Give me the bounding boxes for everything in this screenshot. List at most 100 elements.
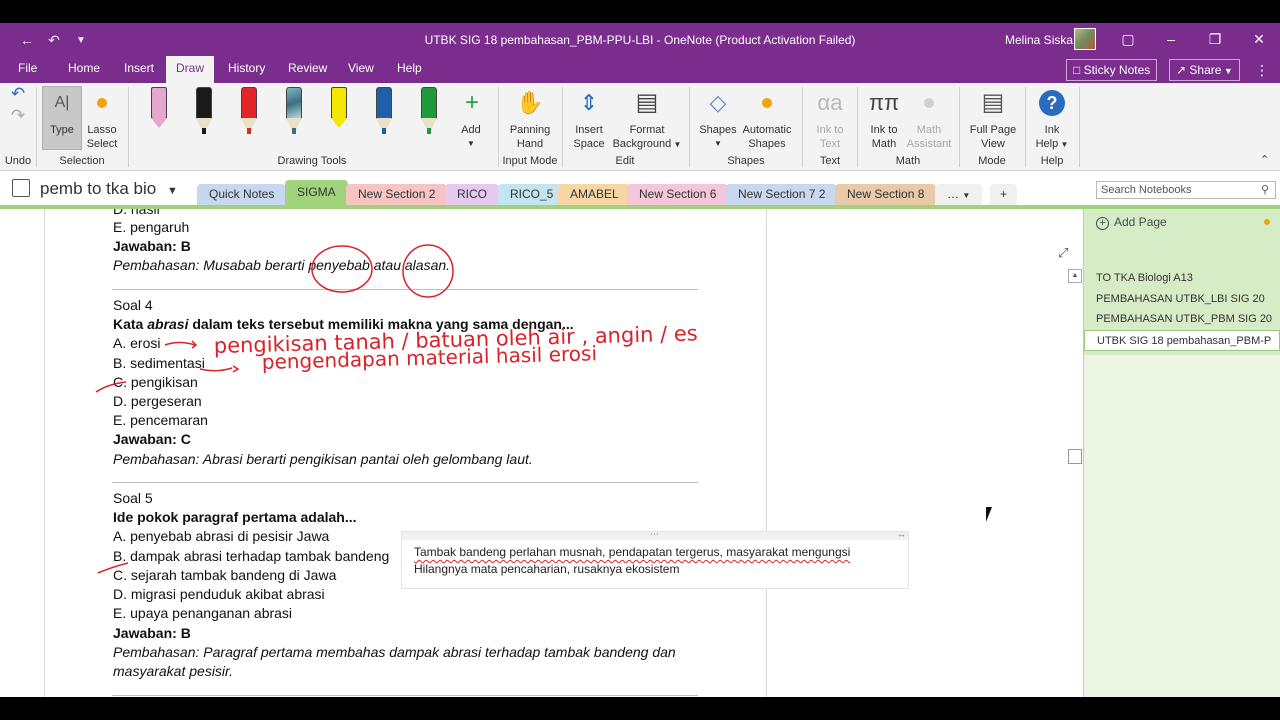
more-sections-button[interactable]: … ▼ [935,184,983,205]
tab-file[interactable]: File [8,56,47,83]
ink-help-label-2: Help [1035,138,1059,150]
scrollbar-thumb[interactable] [1068,449,1082,464]
ink-to-text-button[interactable]: αa Ink to Text [808,87,852,151]
page-canvas[interactable]: D. hasil E. pengaruh Jawaban: B Pembahas… [0,209,1083,697]
expand-icon[interactable]: ⤢ [1058,245,1068,261]
chevron-down-icon: ▼ [1058,140,1069,149]
section-tab-sigma[interactable]: SIGMA [285,180,348,205]
tab-home[interactable]: Home [58,56,110,83]
close-icon[interactable]: ✕ [1248,28,1270,50]
share-button[interactable]: ↗ Share ▼ [1169,59,1240,81]
restore-icon[interactable]: ❐ [1204,28,1226,50]
avatar[interactable] [1074,28,1096,50]
resize-handle-icon[interactable]: ↔ [897,529,906,539]
lasso-select-button[interactable]: Lasso Select [84,87,120,151]
shapes-label: Shapes [699,124,737,136]
ink-circle-penyebab [311,245,373,293]
automatic-shapes-button[interactable]: Automatic Shapes [740,87,794,151]
page-item[interactable]: TO TKA Biologi A13 [1084,268,1280,289]
panning-label-1: Panning [509,124,551,136]
section-tab-rico-5[interactable]: RICO_5 [498,184,566,205]
format-background-button[interactable]: ▤ Format Background ▼ [612,87,682,152]
shapes-icon: ◇ [709,90,727,115]
section-tab-amabel[interactable]: AMABEL [558,184,631,205]
panning-label-2: Hand [516,138,544,150]
ink-to-math-button[interactable]: ππ Ink to Math [862,87,906,151]
ink-circle-alasan [402,244,454,298]
add-page-button[interactable]: + Add Page [1096,215,1167,230]
full-page-view-button[interactable]: ▤ Full Page View [966,87,1020,151]
section-tab-new-section-2[interactable]: New Section 2 [346,184,448,205]
ribbon-separator [128,87,129,167]
container-handle[interactable]: ⋯ ↔ [402,529,908,540]
sticky-notes-button[interactable]: □ Sticky Notes [1066,59,1158,81]
search-notebooks-input[interactable]: Search Notebooks ⚲ [1096,181,1276,199]
add-section-button[interactable]: + [990,184,1018,205]
insert-space-button[interactable]: ⇕ Insert Space [568,87,610,151]
pen-blue[interactable] [373,87,395,137]
note-text-line1[interactable]: Tambak bandeng perlahan musnah, pendapat… [414,545,850,559]
vertical-scrollbar[interactable]: ▲ ▼ [1068,269,1082,697]
ink-mark-c [95,381,127,393]
help-icon: ? [1036,87,1068,119]
section-tab-new-section-7-2[interactable]: New Section 7 2 [726,184,838,205]
sort-pages-icon[interactable] [1264,219,1270,225]
section-tab-quick-notes[interactable]: Quick Notes [197,184,287,205]
tab-view[interactable]: View [338,56,384,83]
panning-hand-button[interactable]: ✋ Panning Hand [503,87,557,151]
tab-insert[interactable]: Insert [114,56,164,83]
note-text-line2[interactable]: Hilangnya mata pencaharian, rusaknya eko… [414,562,679,576]
format-bg-label-2: Background [612,138,672,150]
mouse-cursor [986,507,998,522]
onenote-window: ← ↶ ▼ UTBK SIG 18 pembahasan_PBM-PPU-LBI… [0,23,1280,697]
search-icon: ⚲ [1260,184,1269,196]
page-item-selected[interactable]: UTBK SIG 18 pembahasan_PBM-P [1084,330,1280,351]
type-label: Type [50,124,74,136]
pen-galaxy[interactable] [283,87,305,137]
tab-history[interactable]: History [218,56,275,83]
tab-draw[interactable]: Draw [166,56,215,83]
tab-help[interactable]: Help [387,56,432,83]
pen-red[interactable] [238,87,260,137]
ribbon-display-icon[interactable]: ▢ [1117,28,1139,50]
tab-review[interactable]: Review [278,56,337,83]
more-options-icon[interactable]: ⋮ [1251,59,1273,81]
add-pen-button[interactable]: + Add ▼ [456,87,486,151]
minimize-icon[interactable]: – [1160,28,1182,50]
type-button[interactable]: A| Type [42,86,82,150]
auto-shapes-label-2: Shapes [748,138,786,150]
notebook-selector[interactable]: pemb to tka bio ▼ [12,179,178,199]
pen-black[interactable] [193,87,215,137]
user-name[interactable]: Melina Siska [1005,33,1073,47]
section-tab-new-section-6[interactable]: New Section 6 [627,184,729,205]
scroll-up-icon[interactable]: ▲ [1068,269,1082,283]
shapes-button[interactable]: ◇ Shapes ▼ [696,87,740,151]
chevron-down-icon: ▼ [714,139,722,148]
undo-button[interactable]: ↶ [6,85,30,102]
pen-green[interactable] [418,87,440,137]
sticky-notes-icon: □ [1073,63,1084,77]
drag-handle-icon[interactable]: ⋯ [650,529,659,540]
highlighter-yellow[interactable] [328,87,350,137]
text-cursor-icon: A| [54,94,70,111]
ink-help-label-1: Ink [1044,124,1060,136]
notebook-name: pemb to tka bio [40,179,157,198]
section-tab-new-section-8[interactable]: New Section 8 [835,184,937,205]
collapse-ribbon-icon[interactable]: ⌃ [1260,153,1269,166]
plus-icon: + [464,89,479,116]
selection-group-label: Selection [59,155,105,167]
math-assistant-button[interactable]: Math Assistant [904,87,954,151]
page-list-panel: + Add Page TO TKA Biologi A13 PEMBAHASAN … [1083,209,1280,697]
page-item[interactable]: PEMBAHASAN UTBK_PBM SIG 20 [1084,309,1280,330]
ink-help-button[interactable]: ? Ink Help ▼ [1032,87,1072,152]
ribbon-separator [1079,87,1080,167]
mode-group-label: Mode [978,155,1006,167]
add-page-label: Add Page [1114,215,1167,229]
ink-to-math-label-2: Math [871,138,897,150]
section-tab-rico[interactable]: RICO [445,184,499,205]
highlighter-pink[interactable] [148,87,170,137]
text-group-label: Text [819,155,841,167]
page-item[interactable]: PEMBAHASAN UTBK_LBI SIG 20 [1084,289,1280,310]
redo-button[interactable]: ↷ [6,107,30,124]
note-container[interactable]: ⋯ ↔ Tambak bandeng perlahan musnah, penda… [401,529,909,589]
